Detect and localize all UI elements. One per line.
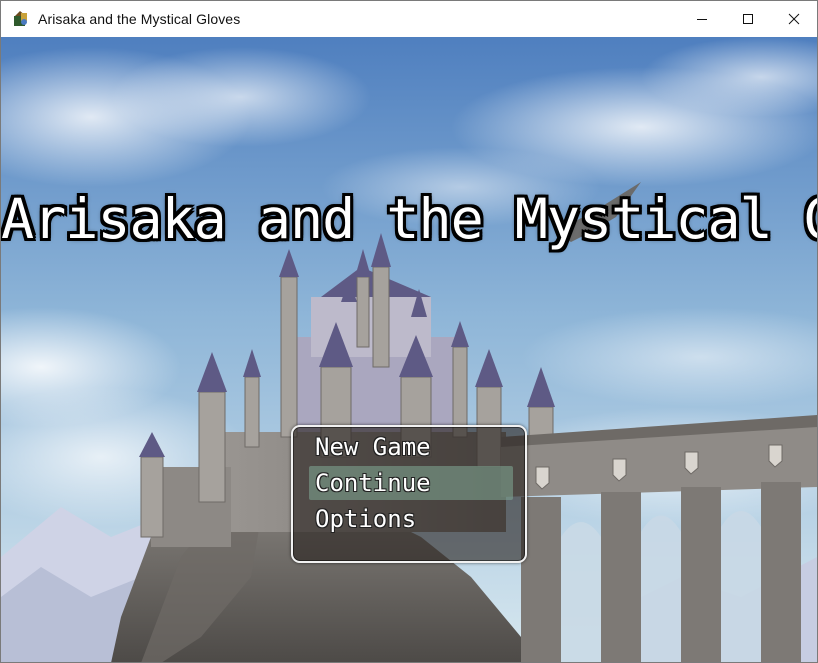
window-title: Arisaka and the Mystical Gloves xyxy=(38,11,241,27)
close-icon xyxy=(788,13,800,25)
minimize-button[interactable] xyxy=(679,1,725,37)
menu-item-continue[interactable]: Continue xyxy=(309,466,513,500)
minimize-icon xyxy=(697,19,707,20)
close-button[interactable] xyxy=(771,1,817,37)
title-background xyxy=(1,37,817,662)
title-bar[interactable]: Arisaka and the Mystical Gloves xyxy=(1,1,817,37)
menu-item-new-game[interactable]: New Game xyxy=(309,430,513,464)
game-window: Arisaka and the Mystical Gloves Arisaka … xyxy=(0,0,818,663)
game-screen[interactable]: Arisaka and the Mystical Gloves New Game… xyxy=(1,37,817,662)
title-menu: New Game Continue Options xyxy=(291,425,527,563)
maximize-icon xyxy=(743,14,753,24)
game-title: Arisaka and the Mystical Gloves xyxy=(1,187,817,251)
app-icon xyxy=(14,11,27,26)
menu-item-options[interactable]: Options xyxy=(309,502,513,536)
window-controls xyxy=(679,1,817,37)
maximize-button[interactable] xyxy=(725,1,771,37)
